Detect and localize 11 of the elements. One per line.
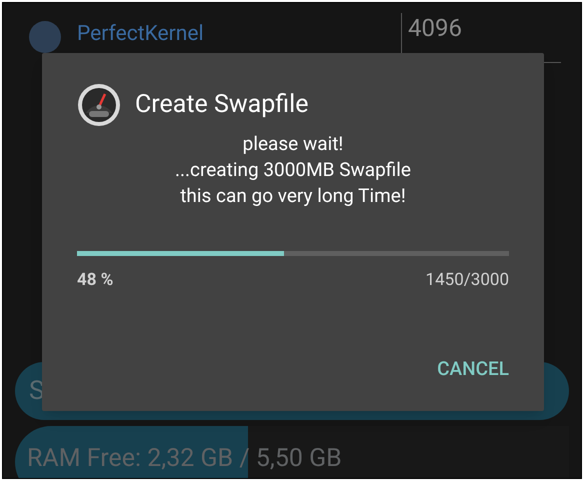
progress-percent: 48 % — [77, 269, 114, 292]
message-line: this can go very long Time! — [180, 183, 406, 209]
message-line: ...creating 3000MB Swapfile — [175, 157, 411, 183]
radio-label: PerfectKernel — [77, 21, 204, 47]
radio-button[interactable] — [29, 21, 61, 53]
progress-count: 1450/3000 — [426, 269, 509, 292]
dialog-title: Create Swapfile — [135, 89, 308, 122]
speedometer-icon — [77, 83, 121, 127]
cancel-button[interactable]: CANCEL — [437, 354, 509, 383]
ram-label: RAM Free: 2,32 GB / 5,50 GB — [27, 443, 342, 475]
message-line: please wait! — [242, 131, 344, 157]
